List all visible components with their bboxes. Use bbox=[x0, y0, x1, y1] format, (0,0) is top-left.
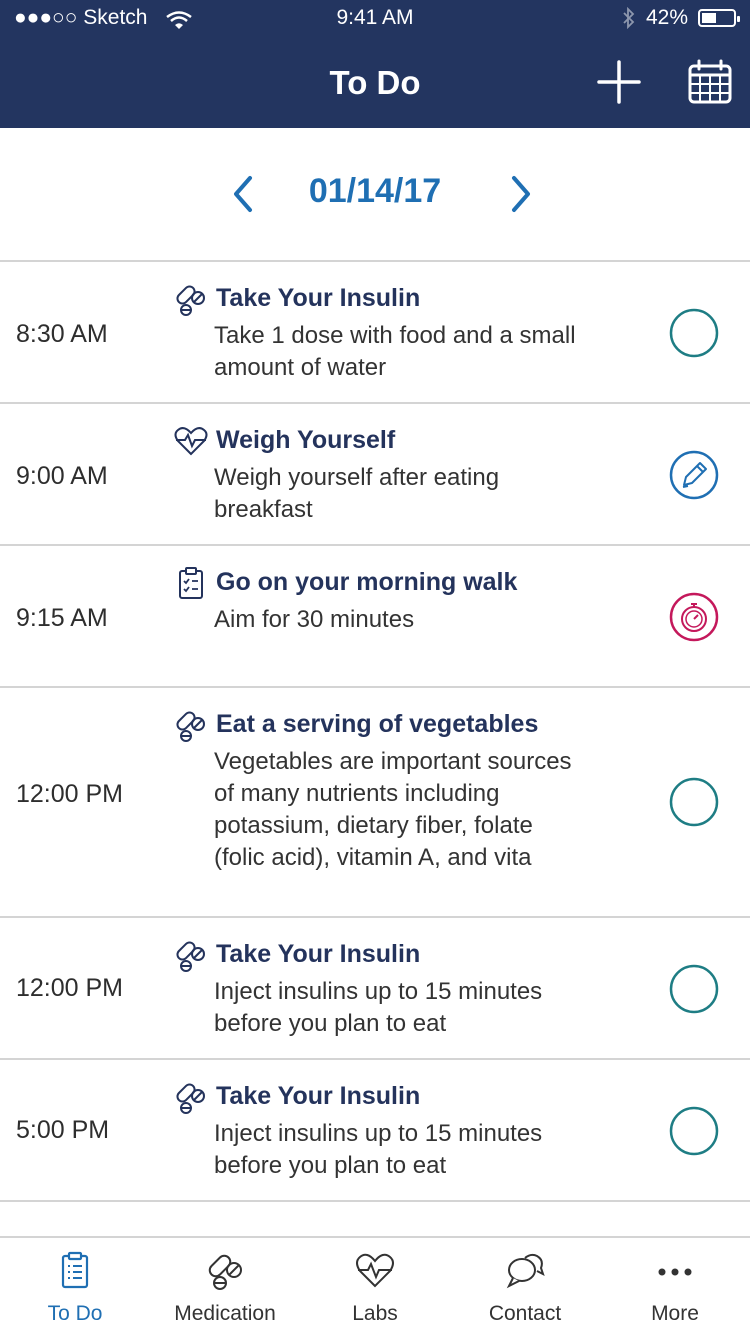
task-description: Weigh yourself after eating breakfast bbox=[214, 464, 500, 523]
heartbeat-icon bbox=[174, 427, 208, 456]
heartbeat-icon bbox=[356, 1253, 394, 1288]
status-bar: ●●●○○ Sketch 9:41 AM 42% bbox=[0, 0, 750, 40]
complete-circle-button[interactable] bbox=[668, 776, 720, 828]
tab-label: Contact bbox=[488, 1302, 562, 1325]
task-title: Eat a serving of vegetables bbox=[216, 710, 539, 738]
tab-label: Medication bbox=[174, 1302, 276, 1325]
task-title: Weigh Yourself bbox=[216, 426, 396, 454]
complete-circle-button[interactable] bbox=[668, 1105, 720, 1157]
tab-contact[interactable]: Contact bbox=[450, 1238, 600, 1336]
pills-icon bbox=[176, 941, 205, 972]
tab-to-do[interactable]: To Do bbox=[0, 1238, 150, 1336]
pills-icon bbox=[176, 711, 205, 742]
tab-medication[interactable]: Medication bbox=[150, 1238, 300, 1336]
task-row[interactable]: 12:00 PM Eat a serving of vegetables Veg… bbox=[0, 688, 750, 918]
task-description: Vegetables are important sources of many… bbox=[214, 748, 572, 871]
task-description: Inject insulins up to 15 minutes before … bbox=[214, 1120, 543, 1179]
task-time: 5:00 PM bbox=[16, 1116, 110, 1144]
chat-bubbles-icon bbox=[506, 1253, 545, 1289]
task-title: Take Your Insulin bbox=[216, 284, 421, 312]
tab-bar: To Do Medication Labs Contact More bbox=[0, 1236, 750, 1336]
battery-percent: 42% bbox=[645, 6, 688, 29]
next-day-button[interactable] bbox=[502, 172, 542, 216]
pills-icon bbox=[176, 285, 205, 316]
task-row[interactable]: 5:00 PM Take Your Insulin Inject insulin… bbox=[0, 1060, 750, 1202]
task-description: Take 1 dose with food and a small amount… bbox=[214, 322, 576, 381]
clipboard-icon bbox=[61, 1251, 89, 1289]
tab-labs[interactable]: Labs bbox=[300, 1238, 450, 1336]
task-title: Take Your Insulin bbox=[216, 940, 421, 968]
task-time: 9:00 AM bbox=[16, 462, 108, 490]
header-bar: ●●●○○ Sketch 9:41 AM 42% To Do bbox=[0, 0, 750, 128]
task-title: Go on your morning walk bbox=[216, 568, 518, 596]
task-time: 12:00 PM bbox=[16, 780, 124, 808]
date-selector: 01/14/17 bbox=[0, 128, 750, 262]
tab-label: More bbox=[651, 1302, 699, 1325]
calendar-button[interactable] bbox=[686, 58, 734, 106]
stopwatch-button[interactable] bbox=[668, 591, 720, 643]
task-row[interactable]: 9:15 AM Go on your morning walk Aim for … bbox=[0, 546, 750, 688]
more-dots-icon bbox=[658, 1268, 692, 1276]
task-row[interactable]: 12:00 PM Take Your Insulin Inject insuli… bbox=[0, 918, 750, 1060]
tab-label: To Do bbox=[47, 1302, 103, 1325]
add-button[interactable] bbox=[595, 58, 643, 106]
clipboard-icon bbox=[179, 567, 203, 599]
battery-icon bbox=[698, 9, 740, 27]
bluetooth-icon bbox=[623, 7, 635, 29]
complete-circle-button[interactable] bbox=[668, 307, 720, 359]
task-row[interactable]: 9:00 AM Weigh Yourself Weigh yourself af… bbox=[0, 404, 750, 546]
task-description: Aim for 30 minutes bbox=[214, 606, 415, 633]
task-time: 8:30 AM bbox=[16, 320, 108, 348]
task-title: Take Your Insulin bbox=[216, 1082, 421, 1110]
task-time: 12:00 PM bbox=[16, 974, 124, 1002]
current-date: 01/14/17 bbox=[308, 172, 442, 210]
pills-icon bbox=[176, 1083, 205, 1114]
task-description: Inject insulins up to 15 minutes before … bbox=[214, 978, 543, 1037]
tab-label: Labs bbox=[352, 1302, 398, 1325]
task-time: 9:15 AM bbox=[16, 604, 108, 632]
pencil-edit-button[interactable] bbox=[668, 449, 720, 501]
tab-more[interactable]: More bbox=[600, 1238, 750, 1336]
pills-icon bbox=[208, 1254, 242, 1290]
complete-circle-button[interactable] bbox=[668, 963, 720, 1015]
task-row[interactable]: 8:30 AM Take Your Insulin Take 1 dose wi… bbox=[0, 262, 750, 404]
